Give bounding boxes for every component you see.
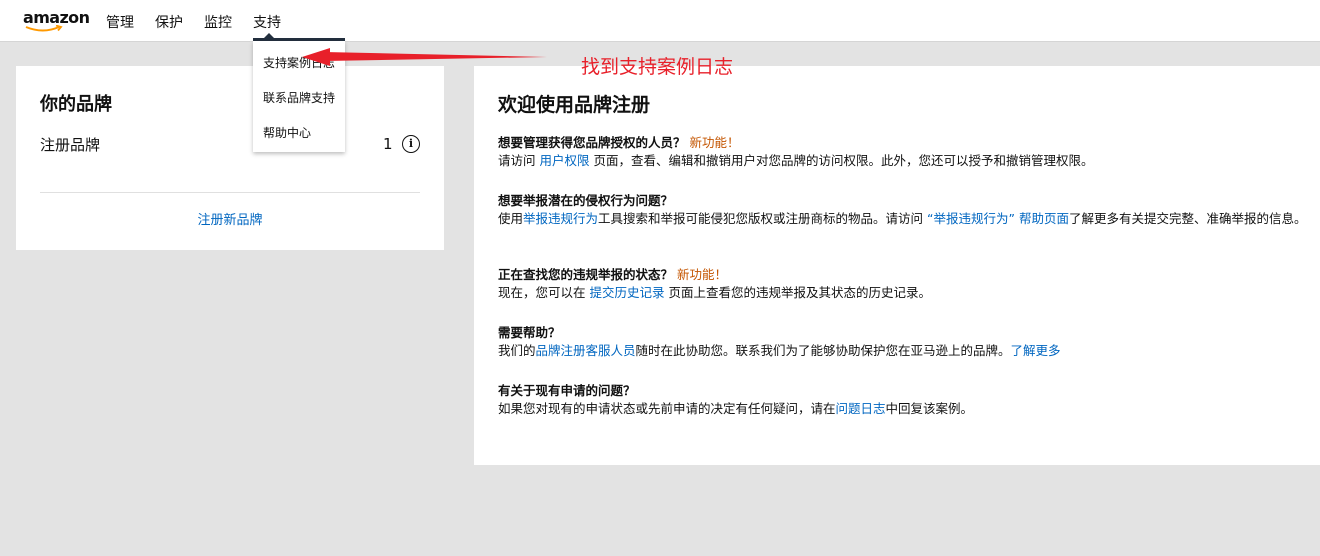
section-question: 想要举报潜在的侵权行为问题？ xyxy=(498,193,674,208)
section-text: 请访问 xyxy=(498,153,540,168)
info-icon[interactable]: i xyxy=(402,135,420,153)
section-text: 页面上查看您的违规举报及其状态的历史记录。 xyxy=(664,285,931,300)
section-report-violation: 想要举报潜在的侵权行为问题？ 使用举报违规行为工具搜索和举报可能侵犯您版权或注册… xyxy=(498,192,1318,228)
registered-brands-label: 注册品牌 xyxy=(40,136,101,154)
user-permissions-link[interactable]: 用户权限 xyxy=(539,153,589,168)
section-text: 我们的 xyxy=(498,343,536,358)
new-feature-badge: 新功能！ xyxy=(689,135,740,150)
case-log-link[interactable]: 问题日志 xyxy=(836,401,886,416)
nav-manage[interactable]: 管理 xyxy=(106,12,134,32)
top-nav-bar: amazon 管理 保护 监控 支持 xyxy=(0,0,1320,42)
brand-support-staff-link[interactable]: 品牌注册客服人员 xyxy=(536,343,636,358)
section-question: 需要帮助？ xyxy=(498,325,561,340)
submission-history-link[interactable]: 提交历史记录 xyxy=(589,285,664,300)
amazon-logo[interactable]: amazon xyxy=(23,8,90,34)
section-question: 想要管理获得您品牌授权的人员？ xyxy=(498,135,686,150)
registered-brands-count: 1 xyxy=(383,135,393,153)
welcome-card: 欢迎使用品牌注册 想要管理获得您品牌授权的人员？ 新功能！ 请访问 用户权限 页… xyxy=(474,66,1320,465)
menu-item-contact-brand-support[interactable]: 联系品牌支持 xyxy=(263,89,335,106)
section-text: 页面，查看、编辑和撤销用户对您品牌的访问权限。此外，您还可以授予和撤销管理权限。 xyxy=(589,153,1094,168)
section-text: 现在，您可以在 xyxy=(498,285,590,300)
section-text: 工具搜索和举报可能侵犯您版权或注册商标的物品。请访问 xyxy=(598,211,928,226)
menu-item-help-center[interactable]: 帮助中心 xyxy=(263,124,311,141)
annotation-label: 找到支持案例日志 xyxy=(581,56,734,78)
section-text: 随时在此协助您。联系我们为了能够协助保护您在亚马逊上的品牌。 xyxy=(635,343,1011,358)
section-text: 如果您对现有的申请状态或先前申请的决定有任何疑问，请在 xyxy=(498,401,836,416)
your-brands-card: 你的品牌 注册品牌 1 i 注册新品牌 xyxy=(16,66,444,250)
annotation-arrow-icon xyxy=(302,48,547,66)
section-text: 了解更多有关提交完整、准确举报的信息。 xyxy=(1068,211,1307,226)
welcome-title: 欢迎使用品牌注册 xyxy=(498,94,651,116)
section-report-status: 正在查找您的违规举报的状态？ 新功能！ 现在，您可以在 提交历史记录 页面上查看… xyxy=(498,266,1318,302)
section-manage-users: 想要管理获得您品牌授权的人员？ 新功能！ 请访问 用户权限 页面，查看、编辑和撤… xyxy=(498,134,1318,170)
section-question: 有关于现有申请的问题？ xyxy=(498,383,636,398)
nav-protect[interactable]: 保护 xyxy=(155,12,183,32)
new-feature-badge: 新功能！ xyxy=(677,267,728,282)
smile-arrow-icon xyxy=(25,25,63,32)
register-new-brand-link[interactable]: 注册新品牌 xyxy=(197,213,262,228)
dropdown-caret-icon xyxy=(263,33,275,39)
section-existing-application: 有关于现有申请的问题？ 如果您对现有的申请状态或先前申请的决定有任何疑问，请在问… xyxy=(498,382,1318,418)
nav-monitor[interactable]: 监控 xyxy=(204,12,232,32)
section-need-help: 需要帮助？ 我们的品牌注册客服人员随时在此协助您。联系我们为了能够协助保护您在亚… xyxy=(498,324,1318,360)
report-violation-help-link[interactable]: “举报违规行为” 帮助页面 xyxy=(927,211,1069,226)
divider xyxy=(40,192,420,193)
section-text: 中回复该案例。 xyxy=(885,401,974,416)
section-question: 正在查找您的违规举报的状态？ xyxy=(498,267,674,282)
report-violation-link[interactable]: 举报违规行为 xyxy=(523,211,598,226)
learn-more-link[interactable]: 了解更多 xyxy=(1011,343,1061,358)
nav-support[interactable]: 支持 xyxy=(253,12,281,32)
section-text: 使用 xyxy=(498,211,524,226)
register-link-row: 注册新品牌 xyxy=(16,209,444,228)
your-brands-title: 你的品牌 xyxy=(40,94,112,115)
